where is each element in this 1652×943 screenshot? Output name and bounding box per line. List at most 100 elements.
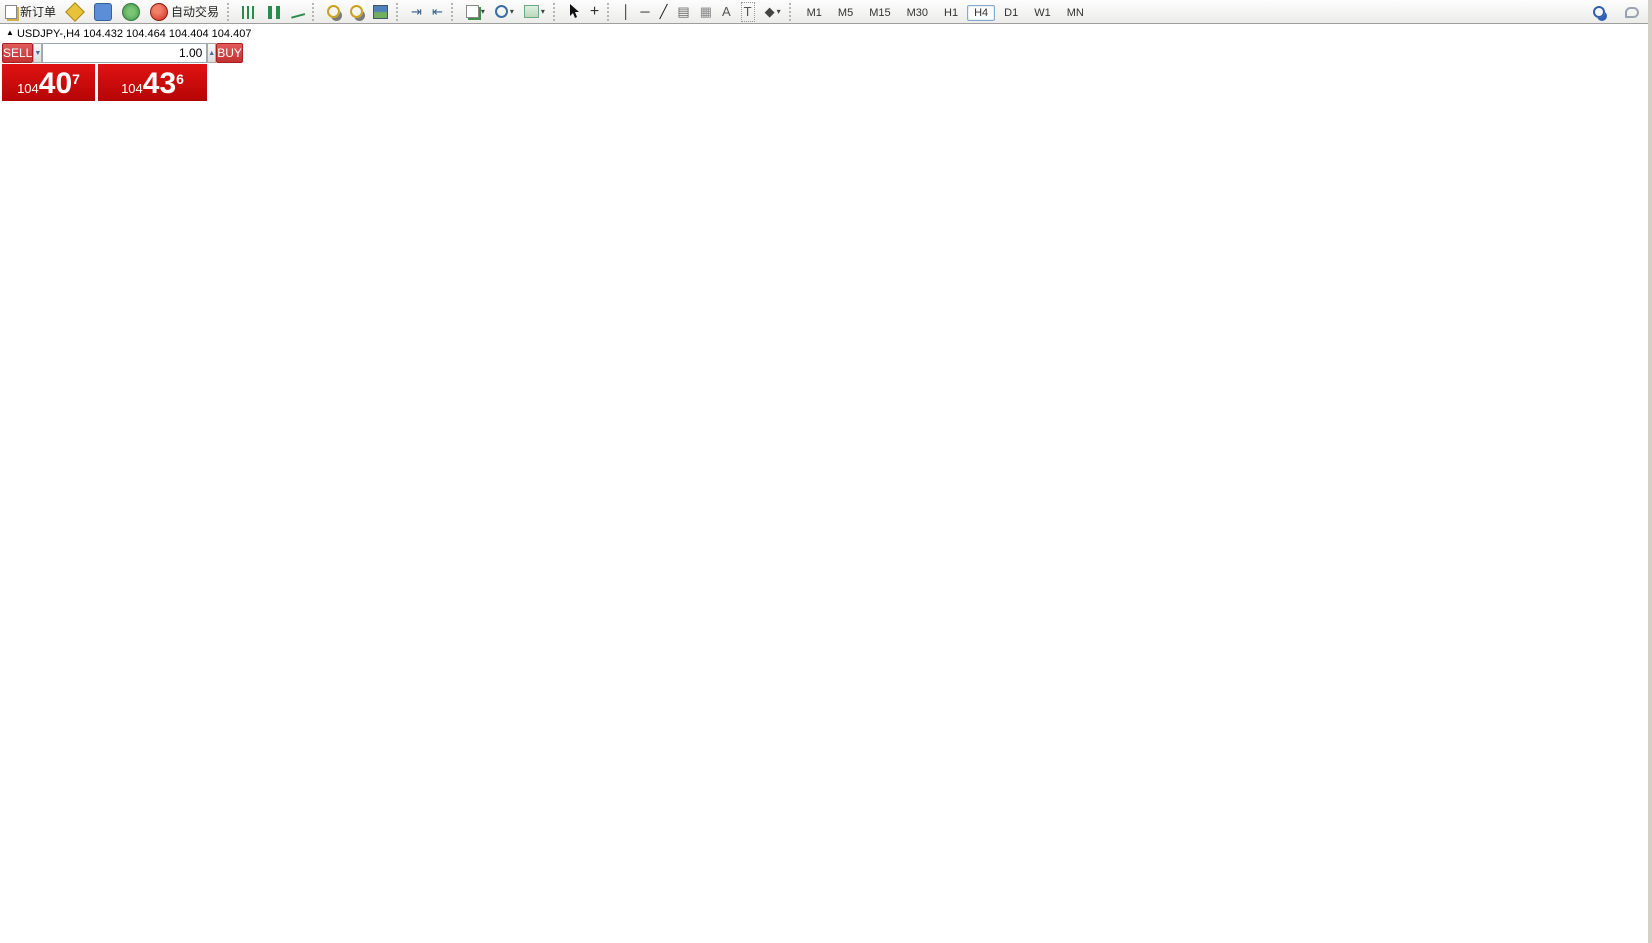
autotrade-button[interactable]: 自动交易 [146, 2, 223, 22]
template-button[interactable]: ▾ [520, 2, 549, 22]
volume-input[interactable] [42, 43, 207, 63]
candle [416, 152, 421, 157]
bar-chart-mode-button[interactable] [238, 2, 262, 22]
symbol-ohlc-line: ▲ USDJPY-,H4 104.432 104.464 104.404 104… [6, 28, 251, 40]
line-chart-mode-button[interactable] [286, 2, 308, 22]
new-order-button[interactable]: 新订单 [1, 2, 60, 22]
candle-chart-mode-button[interactable] [264, 2, 284, 22]
timeframe-m30-button[interactable]: M30 [900, 5, 935, 21]
zoom-in-button[interactable] [323, 2, 344, 22]
cursor-tool-button[interactable] [564, 2, 584, 22]
y-axis-label: 102.370 [1610, 504, 1650, 516]
market-watch-button[interactable] [90, 2, 116, 22]
candle [590, 120, 595, 130]
timeframe-mn-button[interactable]: MN [1060, 5, 1091, 21]
market-depth-button[interactable] [62, 2, 88, 22]
timeframe-m1-button[interactable]: M1 [800, 5, 829, 21]
candle [67, 218, 72, 222]
trend-arrow-head[interactable] [1402, 441, 1420, 461]
buy-price-panel[interactable]: 104436 [98, 64, 207, 101]
trend-arrow-head[interactable] [1321, 344, 1338, 364]
fibonacci-icon: ▦ [700, 3, 712, 21]
search-button[interactable] [1589, 2, 1609, 22]
tile-windows-icon [373, 5, 388, 19]
chart-shift-button[interactable]: ⇤ [428, 2, 447, 22]
price-callout-box[interactable] [1460, 391, 1546, 424]
buy-button[interactable]: BUY [216, 43, 243, 63]
candle [474, 153, 479, 155]
text-tool-button[interactable]: A [718, 2, 735, 22]
timeframe-m15-button[interactable]: M15 [862, 5, 897, 21]
timeframe-h4-button[interactable]: H4 [967, 5, 995, 21]
mt-terminal-window: 新订单 自动交易 ⇥ ⇤ ▾ ▾ ▾ + │ ─ [0, 0, 1652, 943]
label-tool-button[interactable]: T [737, 2, 759, 22]
rsi-axis-label: 80 [1610, 787, 1622, 799]
signals-button[interactable] [118, 2, 144, 22]
candle [241, 152, 246, 154]
time-axis-label: 13 Feb 04:00 [442, 931, 507, 943]
candle [681, 40, 686, 43]
buy-price-prefix: 104 [121, 81, 143, 96]
trendline-tool-button[interactable]: ╱ [656, 2, 672, 22]
volume-increase-button[interactable]: ▲ [207, 43, 216, 63]
sell-price-panel[interactable]: 104407 [2, 64, 95, 101]
vline-tool-button[interactable]: │ [618, 2, 634, 22]
candle [1229, 457, 1234, 492]
auto-scroll-button[interactable]: ⇥ [407, 2, 426, 22]
trend-arrow-head[interactable] [1262, 541, 1278, 561]
timeframe-d1-button[interactable]: D1 [997, 5, 1025, 21]
macd-label: MACD(12,26,9) -0.2860 -0.4578 [4, 584, 161, 596]
support-highlight-bar[interactable] [1306, 396, 1413, 409]
chevron-down-icon: ▾ [541, 7, 545, 16]
vertical-line-icon: │ [622, 3, 630, 21]
candle [341, 152, 346, 154]
candle [689, 43, 694, 48]
candle [947, 228, 952, 232]
candle [706, 54, 711, 60]
annotation-text[interactable]: 多空转折点 [1410, 346, 1575, 383]
time-axis-label: 4 Mar 20:00 [1168, 931, 1227, 943]
autotrade-label: 自动交易 [171, 3, 219, 20]
template-icon [524, 5, 539, 18]
candle [100, 196, 105, 201]
sell-button[interactable]: SELL [2, 43, 33, 63]
hline-tool-button[interactable]: ─ [636, 2, 653, 22]
line-drag-handle[interactable] [1596, 370, 1603, 377]
chart-shift-icon: ⇤ [432, 3, 443, 21]
time-axis-label: 30 Jan 2020 [0, 931, 55, 943]
candle [183, 154, 188, 157]
line-drag-handle[interactable] [1596, 465, 1603, 472]
candle [714, 60, 719, 66]
candle [34, 233, 39, 235]
toolbar-separator [396, 3, 403, 21]
candle [407, 146, 412, 152]
timeframe-h1-button[interactable]: H1 [937, 5, 965, 21]
time-axis-label: 9 Mar 12:00 [1299, 931, 1358, 943]
shapes-tool-button[interactable]: ◆▾ [761, 2, 785, 22]
chart-canvas[interactable]: 多空转折点多空转折点104.721112.330111.610110.91011… [0, 0, 1652, 943]
candle [349, 151, 354, 153]
volume-decrease-button[interactable]: ▼ [33, 43, 42, 63]
y-axis-label: 107.350 [1610, 275, 1650, 287]
candle [955, 232, 960, 234]
candle [1138, 309, 1143, 317]
line-drag-handle[interactable] [1596, 435, 1603, 442]
candle [806, 119, 811, 122]
crosshair-tool-button[interactable]: + [586, 2, 603, 22]
candle [175, 156, 180, 160]
period-button[interactable]: ▾ [491, 2, 518, 22]
fibonacci-tool-button[interactable]: ▦ [696, 2, 716, 22]
timeframe-w1-button[interactable]: W1 [1027, 5, 1058, 21]
timeframe-m5-button[interactable]: M5 [831, 5, 860, 21]
collapse-triangle-icon[interactable]: ▲ [6, 28, 14, 37]
sell-price-sup: 7 [72, 71, 80, 87]
chat-button[interactable] [1621, 2, 1643, 22]
channel-tool-button[interactable]: ▤ [673, 2, 693, 22]
zoom-out-button[interactable] [346, 2, 367, 22]
tile-windows-button[interactable] [369, 2, 392, 22]
zoom-in-icon [327, 5, 340, 18]
time-axis-label: 3 Feb 04:00 [51, 931, 110, 943]
candle [399, 142, 404, 145]
new-chart-button[interactable]: ▾ [462, 2, 489, 22]
candle [839, 133, 844, 137]
